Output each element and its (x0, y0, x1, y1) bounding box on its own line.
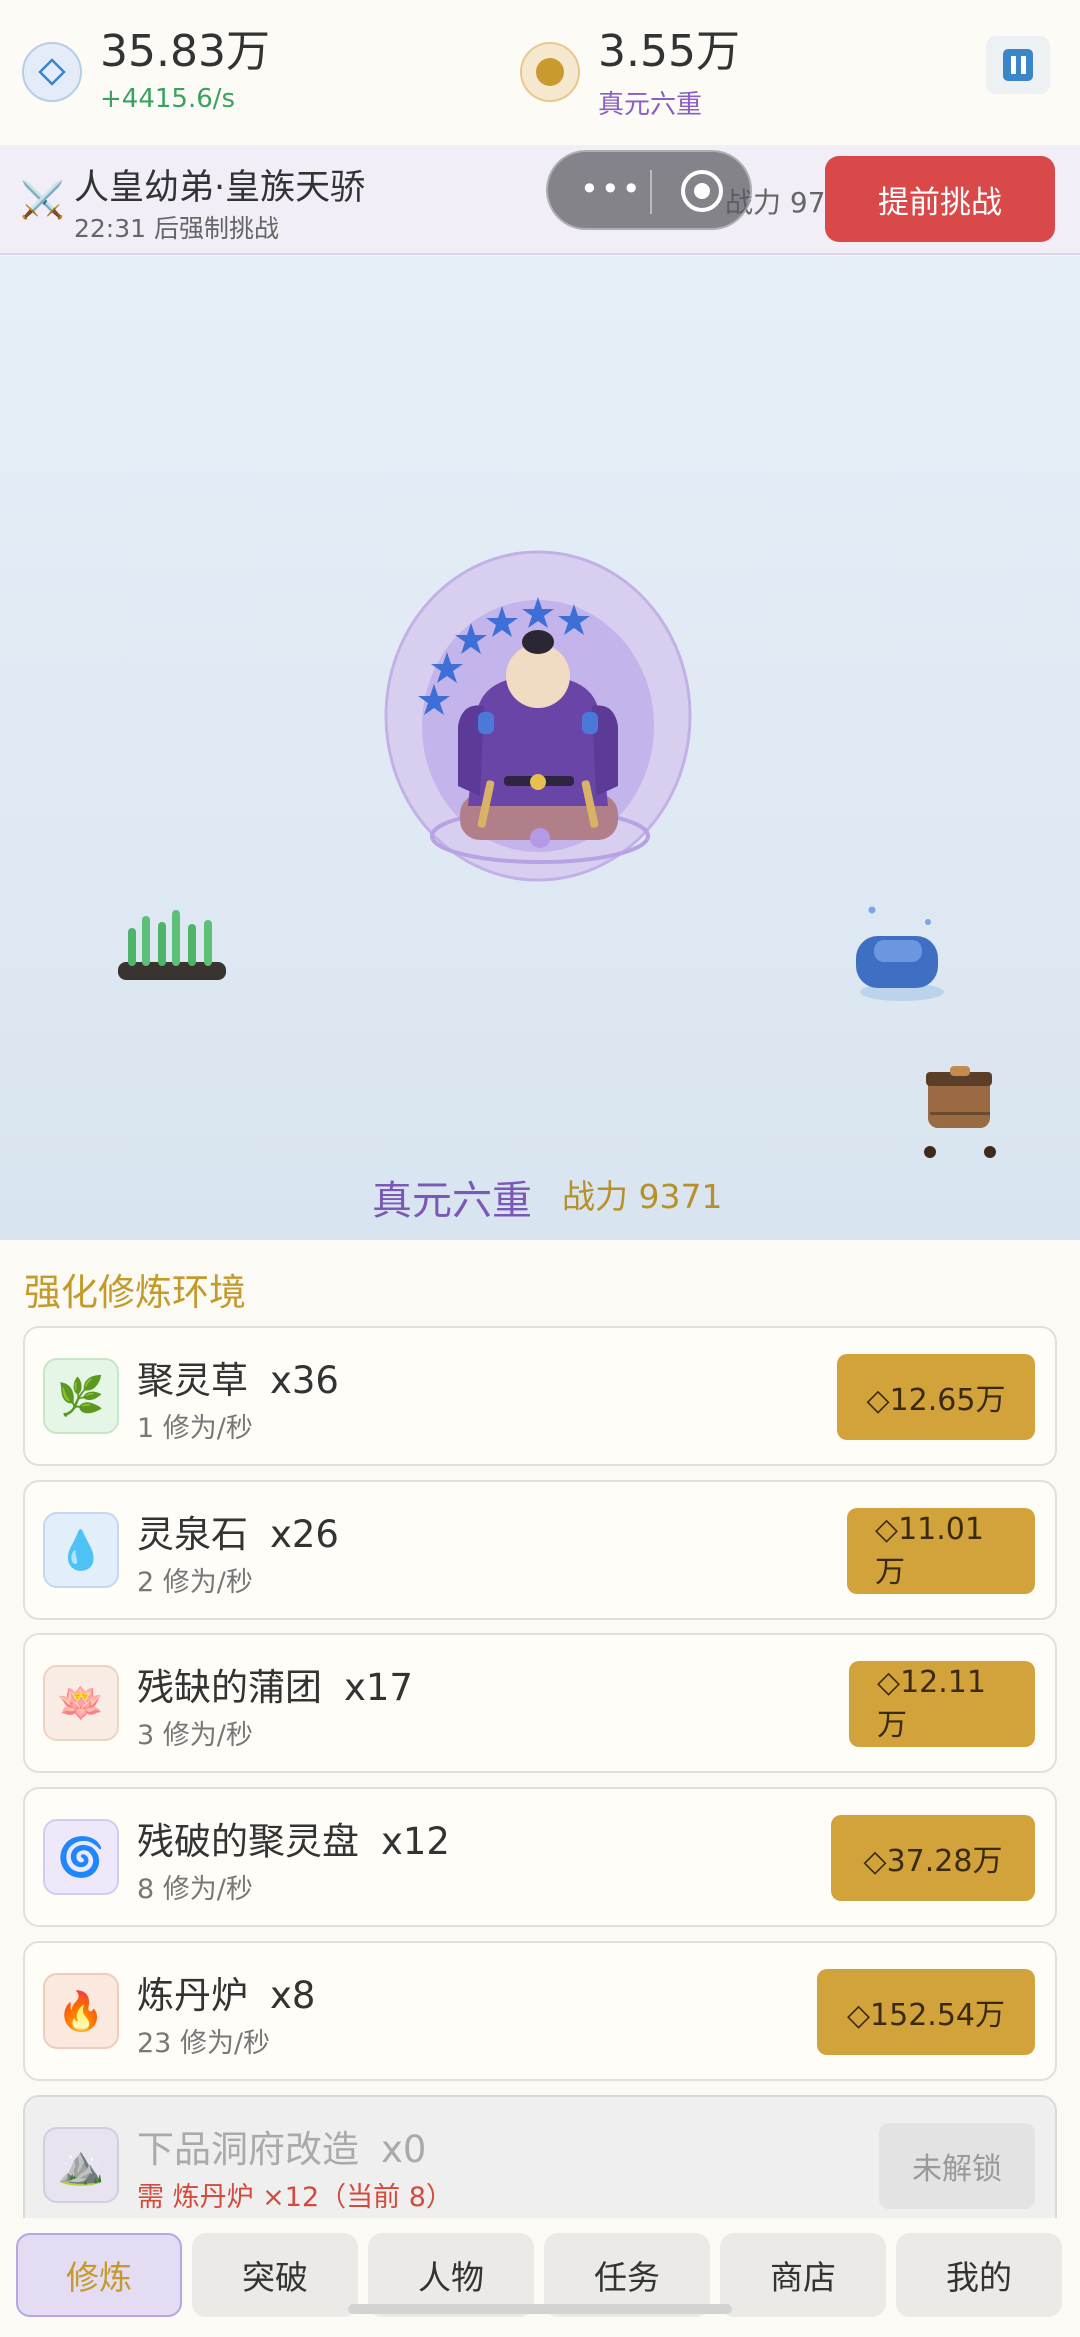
character-power: 战力 9371 (562, 1177, 723, 1216)
item-name: 残破的聚灵盘 (137, 1820, 359, 1863)
pause-button[interactable] (986, 36, 1050, 94)
gem-resource: 35.83万 +4415.6/s (22, 26, 270, 115)
boss-banner: ⚔️ 人皇幼弟·皇族天骄 22:31 后强制挑战 战力 9775 提前挑战 (0, 145, 1080, 255)
fire-icon: 🔥 (43, 1973, 119, 2049)
mountain-icon: ⛰️ (43, 2127, 119, 2203)
item-count: x8 (270, 1974, 316, 2017)
upgrade-item: 💧 灵泉石 x26 2 修为/秒 ◇11.01万 (23, 1480, 1057, 1620)
tab-breakthrough[interactable]: 突破 (192, 2233, 358, 2317)
item-count: x26 (270, 1513, 339, 1556)
unlock-requirement: 需 炼丹炉 ×12（当前 8） (137, 2182, 453, 2213)
buy-button[interactable]: ◇12.65万 (837, 1354, 1035, 1440)
bottom-tab-bar: 修炼 突破 人物 任务 商店 我的 (0, 2218, 1080, 2337)
section-title: 强化修炼环境 (24, 1271, 246, 1314)
game-screen: 35.83万 +4415.6/s 3.55万 真元六重 ⚔️ 人皇幼弟·皇族天骄… (0, 0, 1080, 2337)
item-rate: 8 修为/秒 (137, 1874, 253, 1905)
item-count: x0 (381, 2128, 427, 2171)
item-count: x36 (270, 1359, 339, 1402)
gem-icon (22, 42, 82, 102)
herb-icon: 🌿 (43, 1358, 119, 1434)
buy-button[interactable]: ◇12.11万 (849, 1661, 1035, 1747)
item-rate: 3 修为/秒 (137, 1720, 253, 1751)
character-realm: 真元六重 (372, 1178, 532, 1224)
item-name: 残缺的蒲团 (137, 1666, 322, 1709)
item-name: 灵泉石 (137, 1513, 248, 1556)
item-name: 聚灵草 (137, 1359, 248, 1402)
close-capsule-icon[interactable] (681, 170, 723, 212)
swirl-icon: 🌀 (43, 1819, 119, 1895)
tab-shop[interactable]: 商店 (720, 2233, 886, 2317)
resource-bar: 35.83万 +4415.6/s 3.55万 真元六重 (0, 0, 1080, 145)
gem-rate: +4415.6/s (100, 84, 236, 115)
item-name: 下品洞府改造 (137, 2128, 359, 2171)
spirit-spring-stone[interactable] (856, 906, 944, 1002)
item-count: x17 (344, 1666, 413, 1709)
coin-icon (520, 42, 580, 102)
upgrade-item: 🔥 炼丹炉 x8 23 修为/秒 ◇152.54万 (23, 1941, 1057, 2081)
more-icon[interactable]: ••• (580, 170, 643, 208)
buy-button[interactable]: ◇11.01万 (847, 1508, 1035, 1594)
meditating-character[interactable] (384, 550, 692, 882)
item-rate: 1 修为/秒 (137, 1413, 253, 1444)
item-count: x12 (381, 1820, 450, 1863)
buy-button[interactable]: ◇152.54万 (817, 1969, 1035, 2055)
water-drop-icon: 💧 (43, 1512, 119, 1588)
upgrade-item-locked: ⛰️ 下品洞府改造 x0 需 炼丹炉 ×12（当前 8） 未解锁 (23, 2095, 1057, 2235)
item-rate: 2 修为/秒 (137, 1567, 253, 1598)
coin-value: 3.55万 (598, 26, 740, 77)
pause-icon (1003, 49, 1033, 81)
item-name: 炼丹炉 (137, 1974, 248, 2017)
gem-value: 35.83万 (100, 26, 270, 77)
home-indicator[interactable] (348, 2304, 732, 2314)
crossed-swords-icon: ⚔️ (20, 180, 65, 221)
upgrade-item: 🌿 聚灵草 x36 1 修为/秒 ◇12.65万 (23, 1326, 1057, 1466)
lotus-icon: 🪷 (43, 1665, 119, 1741)
boss-name: 人皇幼弟·皇族天骄 (74, 168, 366, 208)
item-rate: 23 修为/秒 (137, 2028, 271, 2059)
challenge-timer: 22:31 后强制挑战 (74, 214, 279, 243)
buy-button[interactable]: ◇37.28万 (831, 1815, 1035, 1901)
upgrade-item: 🪷 残缺的蒲团 x17 3 修为/秒 ◇12.11万 (23, 1633, 1057, 1773)
spirit-grass[interactable] (118, 910, 226, 980)
coin-resource: 3.55万 真元六重 (520, 26, 740, 121)
treasure-cart[interactable] (924, 1066, 996, 1158)
locked-button[interactable]: 未解锁 (879, 2123, 1035, 2209)
challenge-early-button[interactable]: 提前挑战 (825, 156, 1055, 242)
tab-me[interactable]: 我的 (896, 2233, 1062, 2317)
realm-label: 真元六重 (598, 90, 703, 121)
tab-cultivate[interactable]: 修炼 (16, 2233, 182, 2317)
cultivation-scene: 真元六重 战力 9371 (0, 256, 1080, 1240)
miniprogram-capsule: ••• (546, 150, 752, 230)
upgrade-item: 🌀 残破的聚灵盘 x12 8 修为/秒 ◇37.28万 (23, 1787, 1057, 1927)
